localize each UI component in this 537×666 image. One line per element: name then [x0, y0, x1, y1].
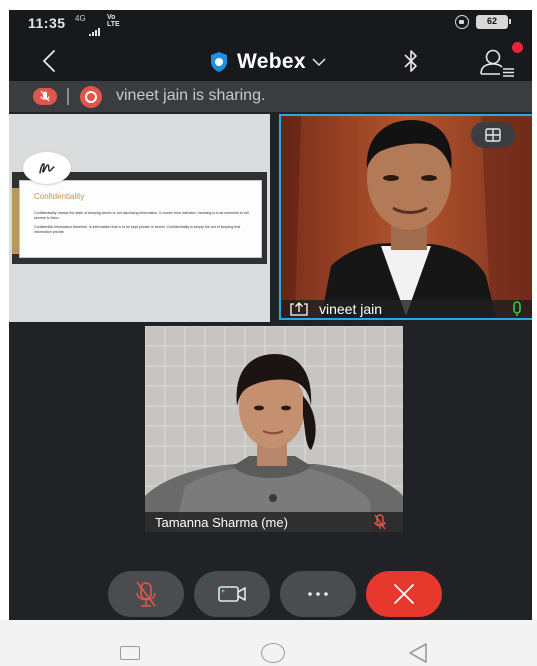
record-icon[interactable] — [80, 86, 102, 108]
nav-back-icon[interactable] — [406, 642, 430, 664]
chevron-down-icon — [311, 54, 327, 70]
sharing-banner: vineet jain is sharing. — [9, 81, 532, 112]
speaker-name-bar: vineet jain — [281, 300, 532, 318]
mic-muted-icon[interactable] — [33, 88, 57, 105]
system-nav-bar — [0, 620, 537, 666]
self-view-tile[interactable]: Tamanna Sharma (me) — [145, 326, 403, 532]
app-title: Webex — [237, 50, 306, 73]
volte-indicator: Vo LTE — [107, 14, 120, 28]
mute-button[interactable] — [108, 571, 184, 617]
recent-apps-icon[interactable] — [120, 646, 140, 660]
video-button[interactable] — [194, 571, 270, 617]
slide-paragraph: Confidentiality means the state of keepi… — [34, 211, 249, 220]
grid-layout-icon — [485, 128, 501, 142]
notification-dot — [512, 42, 523, 53]
slide-paragraph: Confidential information therefore, is i… — [34, 225, 241, 234]
meeting-screen: 11:35 4G Vo LTE 62 Webex vineet jain is … — [9, 10, 532, 666]
end-call-button[interactable] — [366, 571, 442, 617]
more-icon — [308, 592, 328, 596]
active-speaker-tile[interactable]: vineet jain — [279, 114, 532, 320]
banner-divider — [67, 88, 69, 105]
bluetooth-icon[interactable] — [400, 47, 422, 75]
mic-muted-icon — [136, 581, 156, 607]
shared-slide: Confidentiality Confidentiality means th… — [19, 180, 262, 258]
participant-name: vineet jain — [319, 301, 383, 317]
webex-menu-button[interactable]: Webex — [209, 48, 327, 76]
network-type: 4G — [75, 14, 86, 23]
mic-muted-icon — [372, 514, 388, 530]
annotate-button[interactable] — [23, 152, 71, 184]
self-video — [145, 326, 403, 532]
participant-name: Tamanna Sharma (me) — [155, 515, 288, 530]
screen-share-icon — [289, 301, 309, 317]
layout-toggle-button[interactable] — [471, 122, 515, 148]
shared-content-tile[interactable]: Confidentiality Confidentiality means th… — [9, 114, 270, 322]
battery-indicator: 62 — [476, 15, 511, 29]
self-name-bar: Tamanna Sharma (me) — [145, 512, 403, 532]
participants-icon[interactable] — [478, 45, 516, 79]
annotate-icon — [39, 163, 55, 174]
signal-icon — [89, 19, 101, 37]
webex-shield-icon — [209, 51, 229, 73]
status-time: 11:35 — [28, 15, 66, 31]
home-icon[interactable] — [261, 643, 285, 663]
video-camera-icon — [218, 586, 246, 602]
close-icon — [394, 584, 414, 604]
rotation-lock-icon — [455, 15, 469, 29]
sharing-status-text: vineet jain is sharing. — [116, 87, 266, 104]
mic-active-icon — [510, 301, 524, 317]
status-bar: 11:35 4G Vo LTE 62 — [9, 10, 532, 37]
slide-title: Confidentiality — [34, 192, 85, 201]
back-icon[interactable] — [37, 48, 63, 74]
more-button[interactable] — [280, 571, 356, 617]
